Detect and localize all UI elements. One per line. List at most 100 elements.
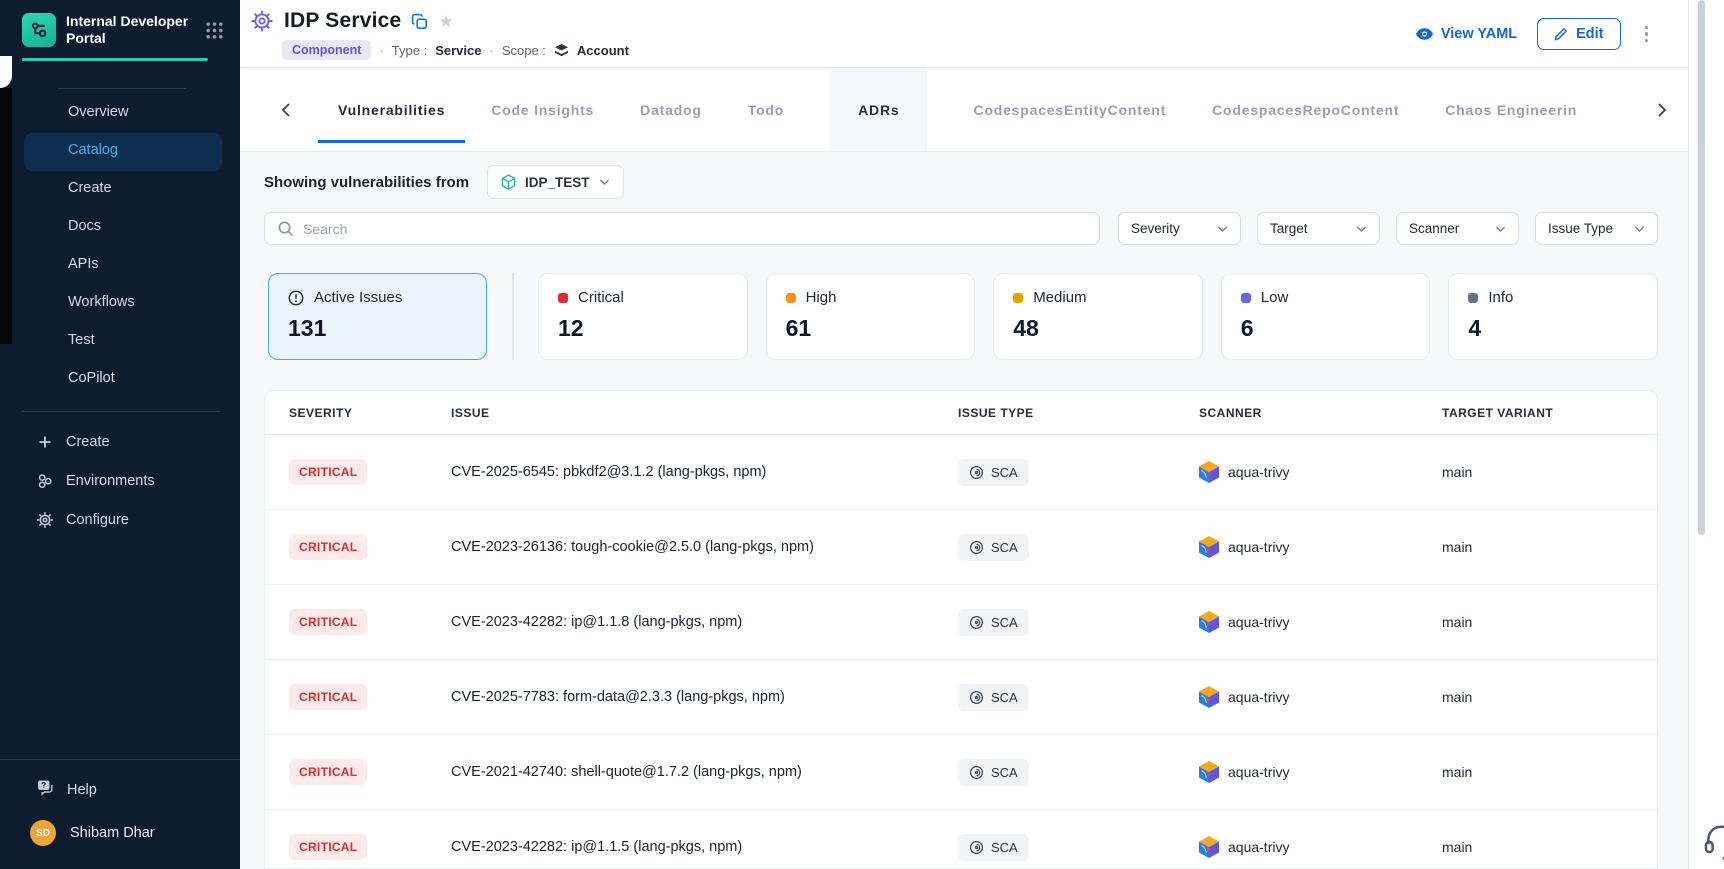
target-variant-cell: main <box>1442 614 1657 630</box>
card-value: 61 <box>786 315 956 342</box>
kind-badge: Component <box>282 40 371 60</box>
tab-todo[interactable]: Todo <box>748 68 784 151</box>
issue-type-chip: SCA <box>958 834 1029 861</box>
table-row[interactable]: CRITICAL CVE-2023-42282: ip@1.1.8 (lang-… <box>265 585 1657 660</box>
sidebar-item-create[interactable]: Create <box>24 171 222 209</box>
severity-filter-select[interactable]: Severity <box>1118 212 1241 245</box>
edit-button[interactable]: Edit <box>1537 18 1620 50</box>
more-options-kebab-icon[interactable] <box>1641 22 1653 47</box>
sca-fingerprint-icon <box>969 465 984 480</box>
scan-scope-select[interactable]: IDP_TEST <box>487 165 624 199</box>
target-variant-cell: main <box>1442 464 1657 480</box>
table-row[interactable]: CRITICAL CVE-2025-6545: pbkdf2@3.1.2 (la… <box>265 435 1657 510</box>
sidebar-item-workflows[interactable]: Workflows <box>24 285 222 323</box>
card-label: Active Issues <box>314 289 402 306</box>
search-box <box>264 212 1100 245</box>
aqua-trivy-icon <box>1199 611 1219 633</box>
copy-icon[interactable] <box>411 13 428 30</box>
critical-dot-icon <box>558 293 568 303</box>
target-filter-select[interactable]: Target <box>1257 212 1380 245</box>
page-scrollbar-track[interactable] <box>1688 0 1724 869</box>
chevron-down-icon <box>1356 225 1367 233</box>
medium-card[interactable]: Medium 48 <box>993 273 1203 360</box>
severity-badge: CRITICAL <box>289 759 367 785</box>
issue-cell: CVE-2023-42282: ip@1.1.5 (lang-pkgs, npm… <box>451 839 958 855</box>
filter-label: Target <box>1270 221 1308 236</box>
view-yaml-button[interactable]: View YAML <box>1415 26 1517 42</box>
issue-cell: CVE-2023-42282: ip@1.1.8 (lang-pkgs, npm… <box>451 614 958 630</box>
sidebar-item-copilot[interactable]: CoPilot <box>24 361 222 399</box>
search-input[interactable] <box>303 221 1087 237</box>
scanner-name: aqua-trivy <box>1228 839 1289 855</box>
avatar: SD <box>30 820 56 846</box>
help-chat-icon: ? <box>36 778 55 801</box>
table-row[interactable]: CRITICAL CVE-2023-42282: ip@1.1.5 (lang-… <box>265 810 1657 869</box>
issue-cell: CVE-2023-26136: tough-cookie@2.5.0 (lang… <box>451 539 958 555</box>
favorite-star-icon[interactable]: ★ <box>438 13 453 30</box>
sidebar-item-overview[interactable]: Overview <box>24 95 222 133</box>
tab-list: Vulnerabilities Code Insights Datadog To… <box>338 68 1577 151</box>
help-label: Help <box>67 782 97 798</box>
card-label: Critical <box>578 289 624 306</box>
issue-type-label: SCA <box>991 465 1018 480</box>
sidebar-item-catalog[interactable]: Catalog <box>24 133 222 171</box>
table-row[interactable]: CRITICAL CVE-2025-7783: form-data@2.3.3 … <box>265 660 1657 735</box>
tab-datadog[interactable]: Datadog <box>640 68 702 151</box>
support-headset-icon[interactable] <box>1702 822 1724 865</box>
tabs-scroll-right-icon[interactable] <box>1650 96 1674 124</box>
tab-codespaces-repo-content[interactable]: CodespacesRepoContent <box>1212 68 1399 151</box>
tab-chaos-engineering[interactable]: Chaos Engineerin <box>1445 68 1577 151</box>
scanner-filter-select[interactable]: Scanner <box>1396 212 1519 245</box>
sidebar-action-configure[interactable]: Configure <box>0 500 240 539</box>
issue-cell: CVE-2025-7783: form-data@2.3.3 (lang-pkg… <box>451 689 958 705</box>
active-issues-card[interactable]: Active Issues 131 <box>268 273 487 360</box>
sidebar-action-create[interactable]: Create <box>0 422 240 461</box>
info-dot-icon <box>1468 293 1478 303</box>
plus-icon <box>36 434 54 450</box>
separator-dot: · <box>489 43 493 58</box>
entity-header: IDP Service ★ Component · Type : Service… <box>240 0 1688 68</box>
card-label: Medium <box>1033 289 1086 306</box>
sidebar-action-label: Configure <box>66 512 129 528</box>
chevron-down-icon <box>599 178 610 186</box>
info-card[interactable]: Info 4 <box>1448 273 1658 360</box>
sidebar-item-docs[interactable]: Docs <box>24 209 222 247</box>
sca-fingerprint-icon <box>969 540 984 555</box>
window-edge-artifact <box>0 88 12 344</box>
table-row[interactable]: CRITICAL CVE-2023-26136: tough-cookie@2.… <box>265 510 1657 585</box>
aqua-trivy-icon <box>1199 536 1219 558</box>
table-row[interactable]: CRITICAL CVE-2021-42740: shell-quote@1.7… <box>265 735 1657 810</box>
scanner-cell: aqua-trivy <box>1199 761 1442 783</box>
card-value: 6 <box>1241 315 1411 342</box>
user-menu[interactable]: SD Shibam Dhar <box>0 810 240 855</box>
apps-grid-icon[interactable] <box>205 21 224 40</box>
issue-type-filter-select[interactable]: Issue Type <box>1535 212 1658 245</box>
entity-tabs: Vulnerabilities Code Insights Datadog To… <box>240 68 1688 152</box>
sidebar-item-test[interactable]: Test <box>24 323 222 361</box>
card-value: 48 <box>1013 315 1183 342</box>
scanner-cell: aqua-trivy <box>1199 836 1442 858</box>
critical-card[interactable]: Critical 12 <box>538 273 748 360</box>
vulnerabilities-table: SEVERITY ISSUE ISSUE TYPE SCANNER TARGET… <box>264 390 1658 869</box>
sca-fingerprint-icon <box>969 615 984 630</box>
scanner-name: aqua-trivy <box>1228 689 1289 705</box>
sidebar-action-label: Environments <box>66 473 155 489</box>
column-header-severity: SEVERITY <box>289 406 451 420</box>
tab-vulnerabilities[interactable]: Vulnerabilities <box>338 68 445 151</box>
sidebar-item-apis[interactable]: APIs <box>24 247 222 285</box>
issue-type-chip: SCA <box>958 759 1029 786</box>
scanner-name: aqua-trivy <box>1228 764 1289 780</box>
sidebar-action-label: Create <box>66 434 110 450</box>
tab-adrs[interactable]: ADRs <box>830 68 927 151</box>
tabs-scroll-left-icon[interactable] <box>274 96 298 124</box>
low-card[interactable]: Low 6 <box>1221 273 1431 360</box>
issue-type-label: SCA <box>991 615 1018 630</box>
help-button[interactable]: ? Help <box>0 760 240 810</box>
tab-code-insights[interactable]: Code Insights <box>491 68 594 151</box>
vulnerabilities-panel: Showing vulnerabilities from IDP_TEST Se… <box>240 152 1688 869</box>
high-card[interactable]: High 61 <box>766 273 976 360</box>
page-scrollbar-thumb[interactable] <box>1698 0 1705 535</box>
header-actions: View YAML Edit <box>1415 17 1652 51</box>
tab-codespaces-entity-content[interactable]: CodespacesEntityContent <box>973 68 1166 151</box>
sidebar-action-environments[interactable]: Environments <box>0 461 240 500</box>
